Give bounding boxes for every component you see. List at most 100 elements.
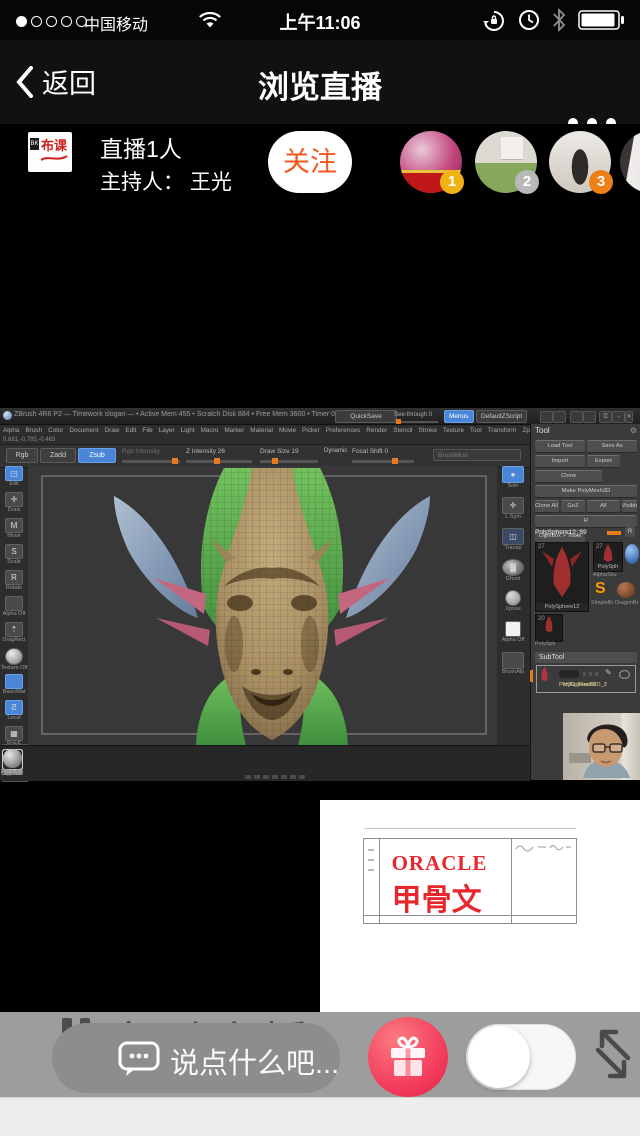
host-logo-badge: BK [30,138,39,150]
menu-item: Edit [122,425,139,437]
follow-button[interactable]: 关注 [268,131,352,193]
zbrush-title-bar: ZBrush 4R6 P2 — Timework slogan — • Acti… [0,408,640,425]
tool-icon [5,674,23,689]
left-shelf-tool: Alpha Off [0,596,28,621]
tool-panel-button: Visible [622,500,637,513]
gift-icon [387,1034,429,1078]
toggle-knob [468,1026,530,1088]
tool-icon: R [5,570,23,585]
left-shelf-tool: ◳ Edit [0,466,28,491]
cursor-coordinates: 0.681,-0.785,-0.463 [3,437,55,443]
host-avatar[interactable]: BK 布课 [28,132,72,172]
tool-panel-button: GoZ [561,500,585,513]
tool-icon: ● [502,466,524,483]
tool-panel-button: R [535,515,637,528]
viewer-avatar-4[interactable] [620,131,640,193]
tool-icon [5,596,23,611]
tool-icon: ⇡ [5,622,23,637]
right-shelf-tool: ▓ Ghost [497,559,529,588]
bluetooth-icon [552,8,566,32]
lock-icon: ⚿ [599,411,612,423]
left-shelf-tool: ⇡ DragRect [0,622,28,647]
oracle-logo-chinese: 甲骨文 [392,875,482,919]
handwriting-scribble [512,839,574,859]
chat-bubble-icon [118,1040,160,1078]
left-shelf-tool: Texture Off [0,648,28,673]
page-title: 浏览直播 [0,62,640,107]
tool-panel-button: Make PolyMesh3D [535,485,637,498]
tool-icon [505,590,521,606]
see-through-slider: See-through 0 [394,412,432,418]
document-rule-line [364,828,576,829]
alphasku-label: AlphaSku [593,572,639,578]
pencil-icon: ✎ [605,668,612,677]
tool-panel-button: All [587,500,620,513]
host-logo-scribble [40,152,68,164]
stream-info-row: BK 布课 直播1人 主持人： 王光 关注 1 2 3 [0,124,640,210]
menu-item: Color [45,425,66,437]
tool-panel-button: Save As [587,440,637,453]
menu-item: Transform [485,425,520,437]
divider-left-icon [570,411,583,423]
subtool-row: ✎ PolySphere25 [537,666,635,692]
dragonbr-label: DragonBr [615,600,639,606]
rgb-intensity-slider: Rgb Intensity [122,448,160,455]
tool-icon: Ƨ [5,700,23,715]
shared-document-panel: ORACLE 甲骨文 [320,800,640,1012]
chat-input[interactable]: 说点什么吧... [52,1023,340,1093]
tool-icon: S [5,544,23,559]
left-shelf-tool: M Move [0,518,28,543]
shelf-scroll-handle [245,775,305,779]
dynamic-toggle: Dynamic [324,448,347,454]
tool-panel-button: Load Tool [535,440,585,453]
phone-screen: 中国移动 上午11:06 [0,0,640,1136]
menu-item: Texture [440,425,467,437]
zbrush-right-shelf: ● Solo ✛ L.Sym ◫ Transp ▓ Ghost [497,466,529,706]
tool-icon [505,621,521,637]
subtool-panel-title: SubTool [535,652,637,663]
simplebr-label: SimpleBr [591,600,613,606]
chat-placeholder: 说点什么吧... [170,1040,339,1082]
tool-icon [502,652,524,669]
menu-item: Render [363,425,390,437]
divider-right-icon [583,411,596,423]
z-intensity-slider: Z Intensity 26 [186,448,225,455]
zbrush-window-title: ZBrush 4R6 P2 — Timework slogan — • Acti… [14,411,345,418]
tool-thumb-polysphere12: 27 PolySphere12 [535,542,589,612]
tool-icon: ▦ [5,726,23,741]
gift-button[interactable] [368,1017,448,1097]
tool-r-button: R [625,527,635,537]
zbrush-top-shelf: Rgb Zadd Zsub Rgb Intensity Z Intensity … [0,444,530,468]
menu-item: File [139,425,155,437]
tool-icon: ✛ [5,492,23,507]
rotation-lock-icon [482,9,506,33]
right-shelf-tool: Alpha Off [497,621,529,650]
live-viewer-count: 直播1人 [100,130,182,164]
tool-panel-title: Tool [535,426,550,435]
brushmod-field: BrushMod [433,449,521,461]
menu-item: Alpha [0,425,22,437]
focal-shift-slider: Focal Shift 0 [352,448,388,455]
right-shelf-tool: BrushAlp [497,652,529,681]
zbrush-logo-icon [3,411,12,420]
menu-item: Layer [156,425,178,437]
fullscreen-expand-icon[interactable] [588,1014,636,1092]
broadcast-toggle[interactable] [466,1024,576,1090]
menu-item: Preferences [323,425,363,437]
bottom-control-bar: 实时广播 说点什么吧... [0,1012,640,1097]
tool-panel-button: Export [587,455,620,468]
menu-item: Movie [276,425,299,437]
tool-icon: ▓ [502,559,524,576]
viewer-rank-badge-2: 2 [515,170,539,194]
rgb-button: Rgb [6,448,38,463]
nav-bar: 返回 浏览直播 [0,40,640,124]
subtool-thumb-icon [537,666,552,682]
menu-item: Stencil [390,425,415,437]
brush-shelf: ClayBu Move Smooth Clay [0,745,530,781]
viewer-rank-badge-1: 1 [440,170,464,194]
menu-item: Stroke [415,425,439,437]
left-shelf-tool: S Scale [0,544,28,569]
pane-left-icon [540,411,553,423]
active-tool-slider [607,531,621,535]
dragon-thumb-icon [536,543,588,601]
